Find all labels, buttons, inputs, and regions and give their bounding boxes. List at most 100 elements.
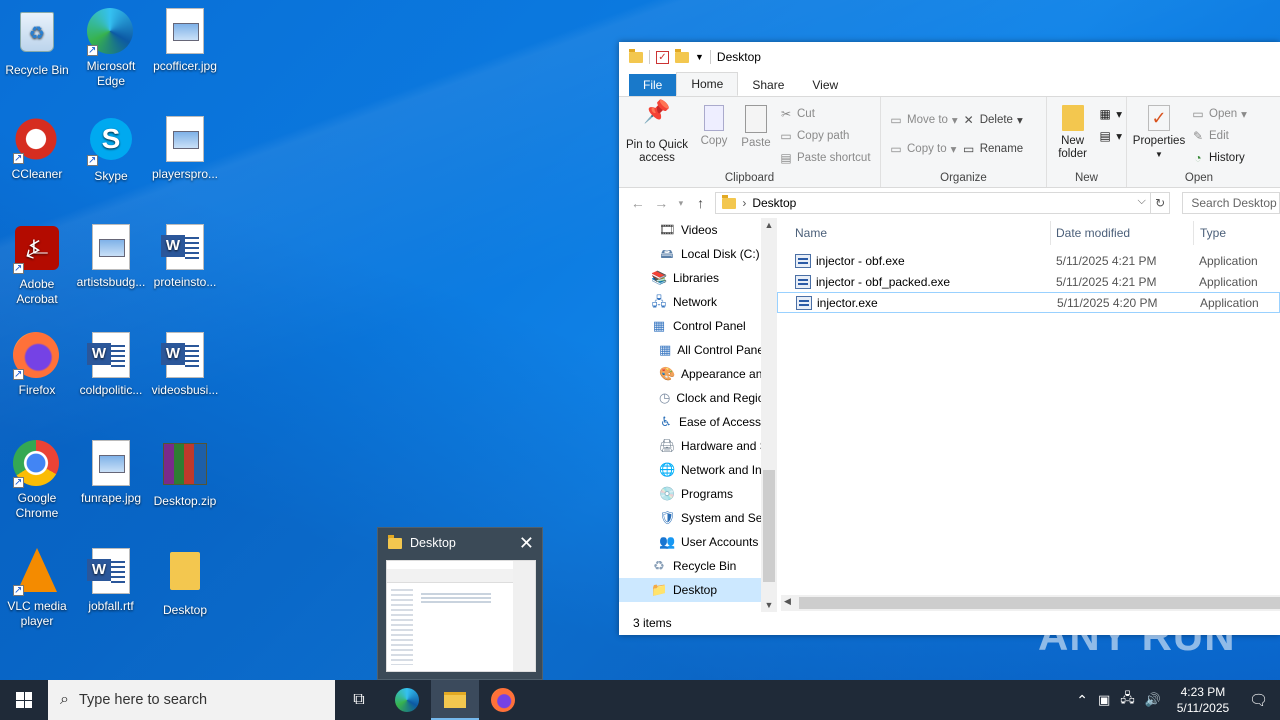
move-to-button[interactable]: ▭ Move to ▾ xyxy=(889,111,957,128)
history-button[interactable]: ◔ History xyxy=(1191,149,1247,166)
nav-vertical-scrollbar[interactable]: ▲ ▼ xyxy=(761,218,777,612)
desktop-icon[interactable]: ♻ Recycle Bin xyxy=(0,8,74,78)
forward-arrow-icon[interactable]: → xyxy=(653,195,671,211)
nav-item[interactable]: 🖧 Network xyxy=(619,290,761,314)
open-label: Open xyxy=(1209,107,1238,120)
taskbar-thumbnail-preview[interactable]: Desktop ✕ xyxy=(377,527,543,680)
clock[interactable]: 4:23 PM 5/11/2025 xyxy=(1171,684,1235,716)
open-button[interactable]: ▭ Open ▾ xyxy=(1191,105,1247,122)
desktop-icon[interactable]: artistsbudg... xyxy=(74,224,148,290)
nav-item[interactable]: 💿 Programs xyxy=(619,482,761,506)
file-list[interactable]: Name Date modified Type injector - obf.e… xyxy=(777,218,1280,612)
nav-item-icon: ◷ xyxy=(659,390,671,405)
scroll-left-icon[interactable]: ◀ xyxy=(784,596,791,607)
nav-item[interactable]: 🛡 System and Security xyxy=(619,506,761,530)
task-view-button[interactable]: ⧉ xyxy=(335,680,383,720)
copy-to-button[interactable]: ▭ Copy to ▾ xyxy=(889,140,958,157)
scroll-thumb[interactable] xyxy=(763,470,775,582)
up-arrow-icon[interactable]: ↑ xyxy=(692,195,710,211)
nav-item[interactable]: 🎞 Videos xyxy=(619,218,761,242)
nav-item[interactable]: 🖨 Hardware and Sound xyxy=(619,434,761,458)
scroll-down-icon[interactable]: ▼ xyxy=(761,600,777,610)
taskbar-file-explorer[interactable] xyxy=(431,680,479,720)
desktop-icon[interactable]: Firefox xyxy=(0,332,74,398)
tab-share[interactable]: Share xyxy=(738,74,798,96)
desktop-icon[interactable]: VLC media player xyxy=(0,548,74,629)
scroll-up-icon[interactable]: ▲ xyxy=(761,220,777,230)
nav-item[interactable]: ▦ All Control Panel Items xyxy=(619,338,761,362)
file-row[interactable]: injector - obf.exe 5/11/2025 4:21 PM Appli… xyxy=(777,250,1280,271)
network-icon[interactable]: 🖧 xyxy=(1120,689,1135,711)
desktop-icon[interactable]: CCleaner xyxy=(0,116,74,182)
desktop-icon[interactable]: playerspro... xyxy=(148,116,222,182)
desktop-icon[interactable]: funrape.jpg xyxy=(74,440,148,506)
taskbar-search-box[interactable]: ⌕ Type here to search xyxy=(48,680,335,720)
search-input[interactable]: Search Desktop xyxy=(1182,192,1280,214)
nav-item[interactable]: ▦ Control Panel xyxy=(619,314,761,338)
file-explorer-window[interactable]: ✓ ▼ Desktop File Home Share View 📌 Pin t… xyxy=(619,42,1280,635)
customize-toolbar-icon[interactable]: ▼ xyxy=(695,52,704,62)
desktop-icon[interactable]: Wvideosbusi... xyxy=(148,332,222,398)
notification-icon[interactable]: 🗨 xyxy=(1249,691,1268,709)
hscroll-thumb[interactable] xyxy=(799,597,1280,609)
cut-button[interactable]: ✂ Cut xyxy=(779,105,871,122)
clipboard-group-label: Clipboard xyxy=(724,172,775,184)
nav-item[interactable]: ◷ Clock and Region xyxy=(619,386,761,410)
edge-icon xyxy=(395,688,419,712)
desktop-icon[interactable]: ⍼Adobe Acrobat xyxy=(0,224,74,307)
desktop-icon[interactable]: Desktop xyxy=(148,548,222,618)
volume-icon[interactable]: 🔊 xyxy=(1145,692,1161,708)
desktop-icon[interactable]: Wcoldpolitic... xyxy=(74,332,148,398)
back-arrow-icon[interactable]: ← xyxy=(629,195,647,211)
desktop-icon[interactable]: Desktop.zip xyxy=(148,440,222,509)
file-row[interactable]: injector - obf_packed.exe 5/11/2025 4:21 … xyxy=(777,271,1280,292)
nav-item[interactable]: 👥 User Accounts xyxy=(619,530,761,554)
nav-item[interactable]: ♿ Ease of Access xyxy=(619,410,761,434)
copy-path-button[interactable]: ▭ Copy path xyxy=(779,127,871,144)
file-type: Application xyxy=(1199,274,1258,289)
address-dropdown-icon[interactable]: ⌵ xyxy=(1138,195,1146,208)
taskbar-firefox[interactable] xyxy=(479,680,527,720)
column-type[interactable]: Type xyxy=(1194,221,1226,245)
new-folder-quick-icon[interactable] xyxy=(675,48,689,63)
rename-button[interactable]: ▭ Rename xyxy=(962,140,1023,157)
new-item-button[interactable]: ▦ ▾ xyxy=(1098,105,1122,122)
desktop-icon[interactable]: Wproteinsto... xyxy=(148,224,222,290)
column-name[interactable]: Name xyxy=(777,221,1051,245)
nav-item[interactable]: 🖴 Local Disk (C:) xyxy=(619,242,761,266)
preview-window-image[interactable] xyxy=(386,560,536,672)
tab-view[interactable]: View xyxy=(798,74,852,96)
shortcut-arrow-icon xyxy=(13,475,24,490)
paste-shortcut-button[interactable]: ▤ Paste shortcut xyxy=(779,149,870,166)
desktop-icon[interactable]: pcofficer.jpg xyxy=(148,8,222,74)
desktop-icon[interactable]: SSkype xyxy=(74,116,148,184)
breadcrumb[interactable]: Desktop xyxy=(752,196,796,210)
action-icon[interactable]: ▣ xyxy=(1098,692,1110,708)
refresh-icon[interactable]: ↻ xyxy=(1150,192,1171,214)
nav-item[interactable]: 📁 Desktop xyxy=(619,578,761,602)
navigation-pane[interactable]: 🎞 Videos 🖴 Local Disk (C:) 📚 Libraries 🖧 Networ… xyxy=(619,218,777,612)
tab-file[interactable]: File xyxy=(629,74,677,96)
properties-check-icon[interactable]: ✓ xyxy=(656,50,669,64)
rename-label: Rename xyxy=(979,142,1024,155)
tab-home[interactable]: Home xyxy=(676,72,739,96)
easy-access-button[interactable]: ▤ ▾ xyxy=(1098,127,1122,144)
column-date-modified[interactable]: Date modified xyxy=(1051,221,1194,245)
close-icon[interactable]: ✕ xyxy=(519,533,534,554)
desktop-icon[interactable]: Wjobfall.rtf xyxy=(74,548,148,614)
delete-button[interactable]: ✕ Delete ▾ xyxy=(962,111,1023,128)
file-row[interactable]: injector.exe 5/11/2025 4:20 PM Application xyxy=(777,292,1280,313)
address-bar[interactable]: › Desktop ⌵ xyxy=(715,192,1151,214)
nav-item[interactable]: ♻ Recycle Bin xyxy=(619,554,761,578)
chevron-up-icon[interactable]: ⌃ xyxy=(1076,692,1088,709)
list-horizontal-scrollbar[interactable]: ◀ xyxy=(781,595,1280,611)
recent-locations-chevron-icon[interactable]: ▾ xyxy=(676,198,686,209)
start-button[interactable] xyxy=(0,680,48,720)
edit-button[interactable]: ✎ Edit xyxy=(1191,127,1247,144)
desktop-icon[interactable]: Microsoft Edge xyxy=(74,8,148,89)
desktop-icon[interactable]: Google Chrome xyxy=(0,440,74,521)
taskbar-edge[interactable] xyxy=(383,680,431,720)
nav-item[interactable]: 🌐 Network and Internet xyxy=(619,458,761,482)
nav-item[interactable]: 🎨 Appearance and Personalization xyxy=(619,362,761,386)
nav-item[interactable]: 📚 Libraries xyxy=(619,266,761,290)
